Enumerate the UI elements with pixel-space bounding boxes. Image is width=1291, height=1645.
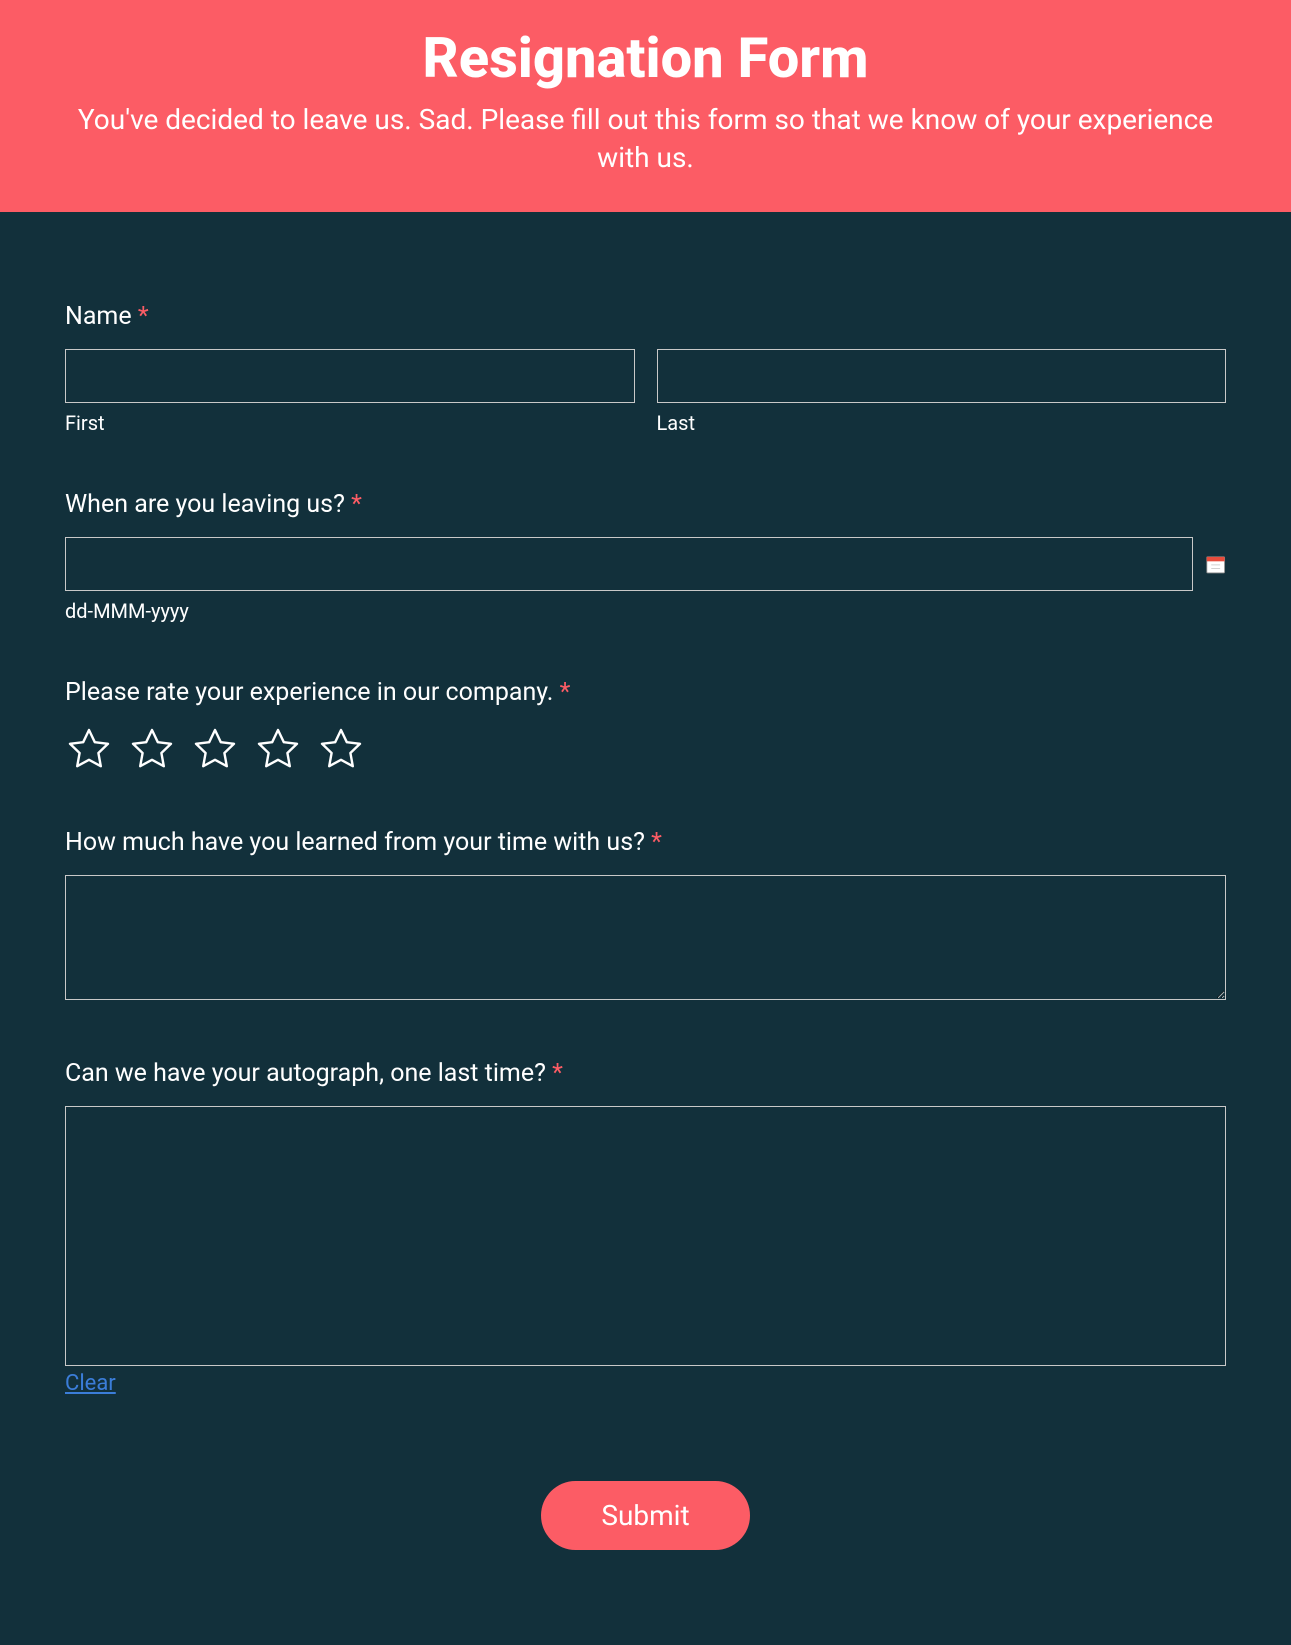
learned-label: How much have you learned from your time… bbox=[65, 828, 1226, 857]
learned-textarea[interactable] bbox=[65, 875, 1226, 1000]
form-title: Resignation Form bbox=[50, 25, 1241, 91]
star-icon[interactable] bbox=[317, 725, 365, 773]
rating-field: Please rate your experience in our compa… bbox=[65, 678, 1226, 773]
learned-label-text: How much have you learned from your time… bbox=[65, 828, 645, 857]
calendar-icon[interactable] bbox=[1205, 553, 1226, 575]
submit-button[interactable]: Submit bbox=[541, 1481, 749, 1550]
form-subtitle: You've decided to leave us. Sad. Please … bbox=[71, 101, 1221, 177]
star-rating bbox=[65, 725, 1226, 773]
first-name-input[interactable] bbox=[65, 349, 635, 403]
signature-pad[interactable] bbox=[65, 1106, 1226, 1366]
clear-signature-link[interactable]: Clear bbox=[65, 1371, 116, 1396]
required-marker: * bbox=[651, 828, 662, 857]
name-label-text: Name bbox=[65, 302, 132, 331]
rating-label-text: Please rate your experience in our compa… bbox=[65, 678, 553, 707]
submit-row: Submit bbox=[65, 1481, 1226, 1550]
last-name-sublabel: Last bbox=[657, 411, 1227, 435]
required-marker: * bbox=[138, 302, 149, 331]
autograph-field: Can we have your autograph, one last tim… bbox=[65, 1059, 1226, 1396]
leaving-date-field: When are you leaving us? * dd-MMM-yyyy bbox=[65, 490, 1226, 623]
leaving-date-label: When are you leaving us? * bbox=[65, 490, 1226, 519]
last-name-input[interactable] bbox=[657, 349, 1227, 403]
form-header: Resignation Form You've decided to leave… bbox=[0, 0, 1291, 212]
leaving-date-input[interactable] bbox=[65, 537, 1193, 591]
required-marker: * bbox=[552, 1059, 563, 1088]
learned-field: How much have you learned from your time… bbox=[65, 828, 1226, 1004]
first-name-sublabel: First bbox=[65, 411, 635, 435]
form-body: Name * First Last When are you leaving u… bbox=[0, 212, 1291, 1620]
required-marker: * bbox=[560, 678, 571, 707]
required-marker: * bbox=[351, 490, 362, 519]
date-format-hint: dd-MMM-yyyy bbox=[65, 599, 1226, 623]
leaving-date-label-text: When are you leaving us? bbox=[65, 490, 345, 519]
autograph-label: Can we have your autograph, one last tim… bbox=[65, 1059, 1226, 1088]
star-icon[interactable] bbox=[191, 725, 239, 773]
name-field: Name * First Last bbox=[65, 302, 1226, 435]
star-icon[interactable] bbox=[254, 725, 302, 773]
star-icon[interactable] bbox=[65, 725, 113, 773]
rating-label: Please rate your experience in our compa… bbox=[65, 678, 1226, 707]
autograph-label-text: Can we have your autograph, one last tim… bbox=[65, 1059, 546, 1088]
name-label: Name * bbox=[65, 302, 1226, 331]
star-icon[interactable] bbox=[128, 725, 176, 773]
